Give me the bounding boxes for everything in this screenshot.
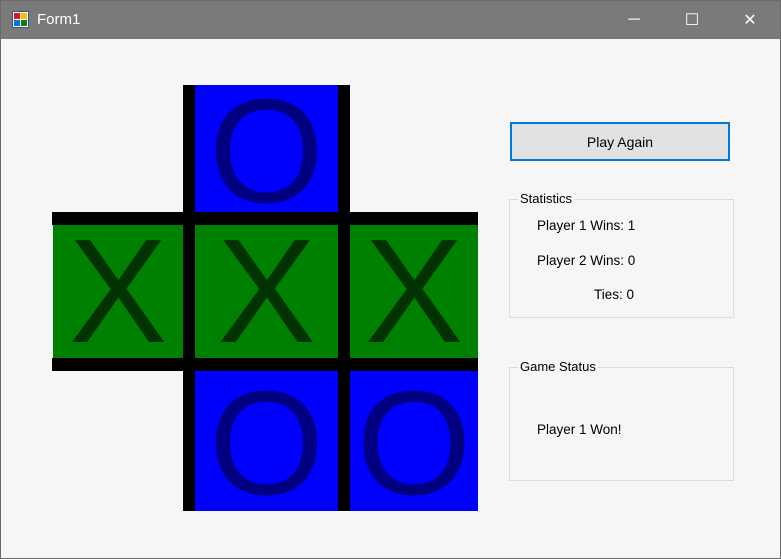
board-cell-r1-c1[interactable]: X <box>195 225 338 358</box>
close-button[interactable]: ✕ <box>721 1 779 39</box>
play-again-label: Play Again <box>586 133 654 150</box>
player1-wins-label: Player 1 Wins: 1 <box>537 218 636 233</box>
board-cell-r2-c1[interactable]: O <box>195 371 338 511</box>
game-status-group: Game Status Player 1 Won! <box>509 359 734 481</box>
close-icon: ✕ <box>743 12 757 29</box>
game-status-title: Game Status <box>518 359 598 374</box>
board-mark: O <box>356 371 472 511</box>
grid-line-vertical-right <box>338 85 350 511</box>
board-mark: X <box>68 225 168 358</box>
statistics-group: Statistics Player 1 Wins: 1 Player 2 Win… <box>509 191 734 318</box>
board-mark: X <box>364 225 464 358</box>
ties-label: Ties: 0 <box>594 287 635 302</box>
grid-line-horizontal-bottom <box>52 358 478 371</box>
minimize-icon: ─ <box>628 11 640 28</box>
board-mark: X <box>217 225 316 358</box>
app-icon <box>12 11 29 28</box>
play-again-button[interactable]: Play Again <box>510 122 730 161</box>
maximize-icon: ☐ <box>684 12 700 29</box>
player2-wins-label: Player 2 Wins: 0 <box>537 253 636 268</box>
board-mark: O <box>208 371 325 511</box>
board-cell-r1-c0[interactable]: X <box>53 225 183 358</box>
window-title: Form1 <box>37 11 81 28</box>
app-window: Form1 ─ ☐ ✕ OXXXOO Play Again Statistics… <box>0 0 781 559</box>
minimize-button[interactable]: ─ <box>605 1 663 39</box>
grid-line-horizontal-top <box>52 212 478 225</box>
statistics-title: Statistics <box>518 191 575 206</box>
form-client-area: OXXXOO Play Again Statistics Player 1 Wi… <box>1 39 780 558</box>
maximize-button[interactable]: ☐ <box>663 1 721 39</box>
board-cell-r1-c2[interactable]: X <box>350 225 478 358</box>
title-bar[interactable]: Form1 ─ ☐ ✕ <box>1 1 780 39</box>
board-cell-r0-c1[interactable]: O <box>195 85 338 213</box>
grid-line-vertical-left <box>183 85 195 511</box>
board-mark: O <box>208 85 325 213</box>
board-cell-r2-c2[interactable]: O <box>350 371 478 511</box>
game-status-message: Player 1 Won! <box>537 422 622 437</box>
